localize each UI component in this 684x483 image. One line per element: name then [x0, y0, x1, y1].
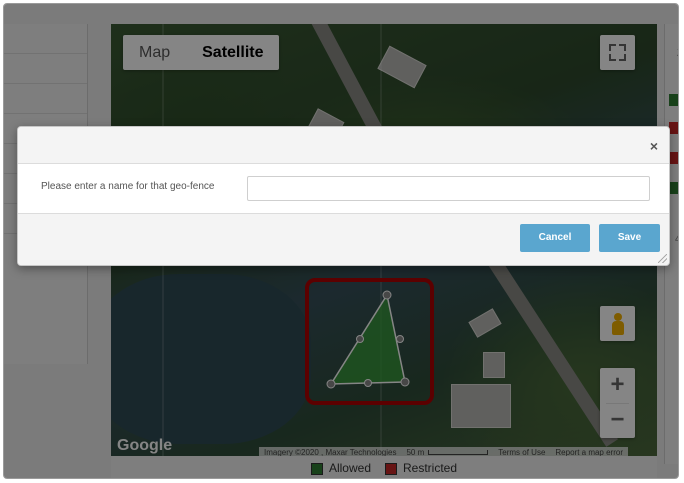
geo-fence-name-dialog: × Please enter a name for that geo-fence… — [17, 126, 670, 266]
dialog-body: Please enter a name for that geo-fence — [18, 164, 669, 214]
dialog-header: × — [18, 127, 669, 164]
save-button[interactable]: Save — [599, 224, 660, 252]
close-icon[interactable]: × — [650, 138, 658, 154]
app-window: Z 4 Map Satellite — [3, 3, 679, 479]
geo-fence-name-input[interactable] — [247, 176, 650, 201]
cancel-button[interactable]: Cancel — [520, 224, 590, 252]
resize-handle[interactable] — [658, 254, 667, 263]
geo-fence-name-label: Please enter a name for that geo-fence — [41, 181, 215, 192]
dialog-footer: Cancel Save — [18, 214, 669, 265]
